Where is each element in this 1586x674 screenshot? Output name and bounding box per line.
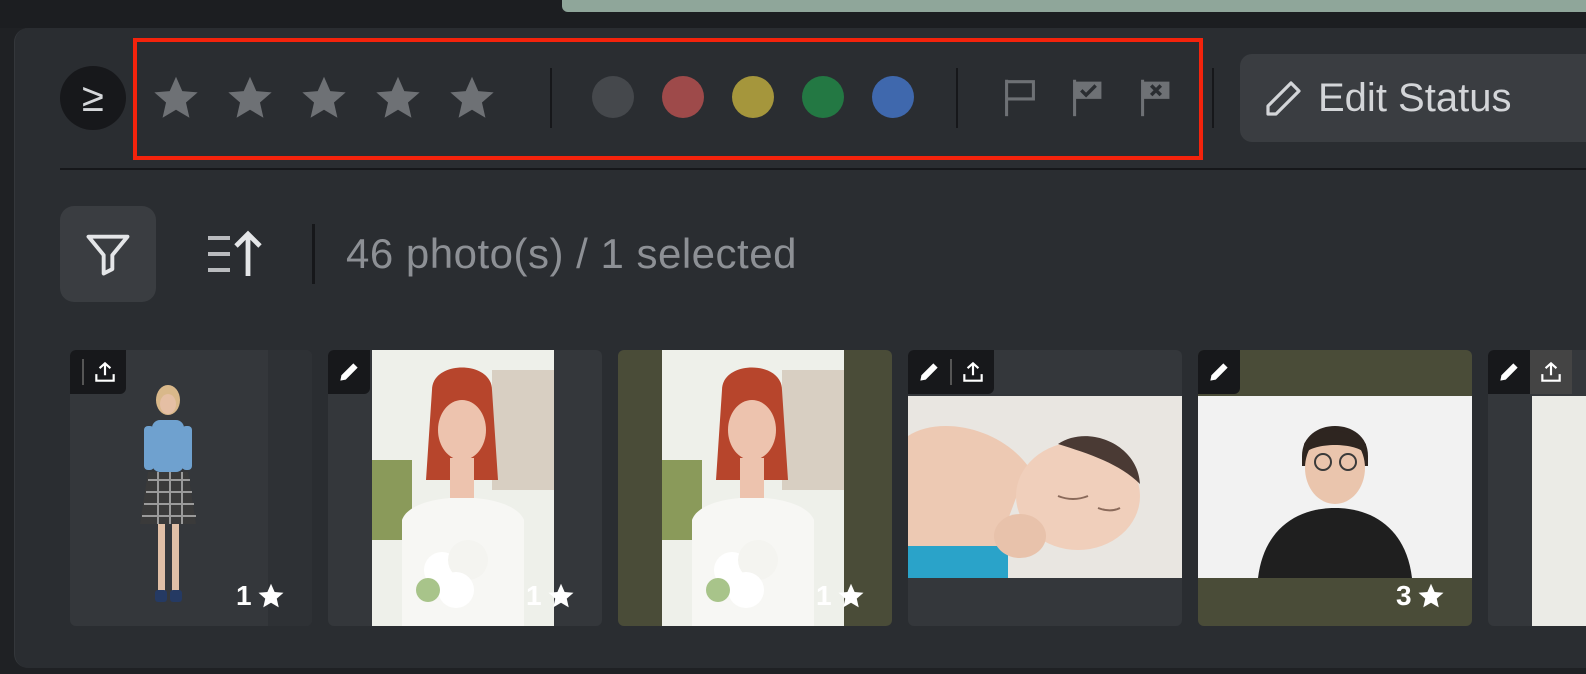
sort-ascending-icon (208, 230, 262, 276)
filterbar-separator (312, 224, 315, 284)
thumbnail-item[interactable] (1488, 350, 1586, 626)
color-label-group (592, 76, 914, 118)
pencil-edit-icon (328, 350, 370, 394)
sort-button[interactable] (202, 222, 266, 286)
upload-icon (84, 350, 126, 394)
flag-reject-icon[interactable] (1133, 74, 1179, 120)
toolbar-separator (1212, 68, 1214, 128)
thumbnail-rating: 3 (1396, 580, 1446, 612)
star-5-icon[interactable] (446, 72, 498, 124)
pencil-icon (1266, 81, 1301, 116)
photo-sleeping-baby (908, 396, 1182, 578)
top-bar-left (0, 0, 562, 28)
thumbnail-badge (70, 350, 126, 394)
thumbnail-badge (1488, 350, 1572, 394)
filter-button[interactable] (60, 206, 156, 302)
star-2-icon[interactable] (224, 72, 276, 124)
thumbnail-item[interactable] (908, 350, 1182, 626)
photo-count-label: 46 photo(s) / 1 selected (346, 230, 797, 277)
edit-status-button[interactable]: Edit Status (1240, 54, 1586, 142)
star-filled-icon (838, 583, 864, 608)
flag-unflagged-icon[interactable] (997, 74, 1043, 120)
thumbnail-badge (908, 350, 994, 394)
rating-filter-toggle-button[interactable]: ≥ (60, 66, 126, 130)
star-filled-icon (258, 583, 284, 608)
star-1-icon[interactable] (150, 72, 202, 124)
color-label-blue[interactable] (872, 76, 914, 118)
thumbnail-rating: 1 (816, 580, 866, 612)
flag-pick-icon[interactable] (1065, 74, 1111, 120)
color-label-none[interactable] (592, 76, 634, 118)
upload-icon (952, 350, 994, 394)
pencil-edit-icon (908, 350, 950, 394)
pencil-edit-icon (1198, 350, 1240, 394)
filter-funnel-icon (86, 234, 130, 276)
pencil-edit-icon (1488, 350, 1530, 394)
color-label-yellow[interactable] (732, 76, 774, 118)
star-4-icon[interactable] (372, 72, 424, 124)
star-filled-icon (548, 583, 574, 608)
thumbnail-item-selected[interactable]: 1 (618, 350, 892, 626)
thumbnail-rating: 1 (526, 580, 576, 612)
preview-strip (562, 0, 1586, 28)
thumbnail-badge (1198, 350, 1240, 394)
photo-boy-glasses (1198, 396, 1472, 578)
toolbar-separator (956, 68, 958, 128)
thumbnail-rating: 1 (236, 580, 286, 612)
star-3-icon[interactable] (298, 72, 350, 124)
color-label-green[interactable] (802, 76, 844, 118)
thumbnail-item[interactable]: 1 (70, 350, 312, 626)
thumbnail-item[interactable]: 1 (328, 350, 602, 626)
greater-equal-icon: ≥ (82, 76, 104, 120)
upload-icon (1530, 350, 1572, 394)
section-divider (60, 168, 1586, 170)
thumbnail-badge (328, 350, 370, 394)
photo-girl-standing (140, 385, 196, 602)
edit-status-label: Edit Status (1318, 75, 1512, 120)
color-label-red[interactable] (662, 76, 704, 118)
thumbnail-item[interactable]: 3 (1198, 350, 1472, 626)
star-rating-group (150, 70, 498, 126)
star-filled-icon (1418, 583, 1444, 608)
toolbar-separator (550, 68, 552, 128)
flag-group (997, 74, 1179, 120)
